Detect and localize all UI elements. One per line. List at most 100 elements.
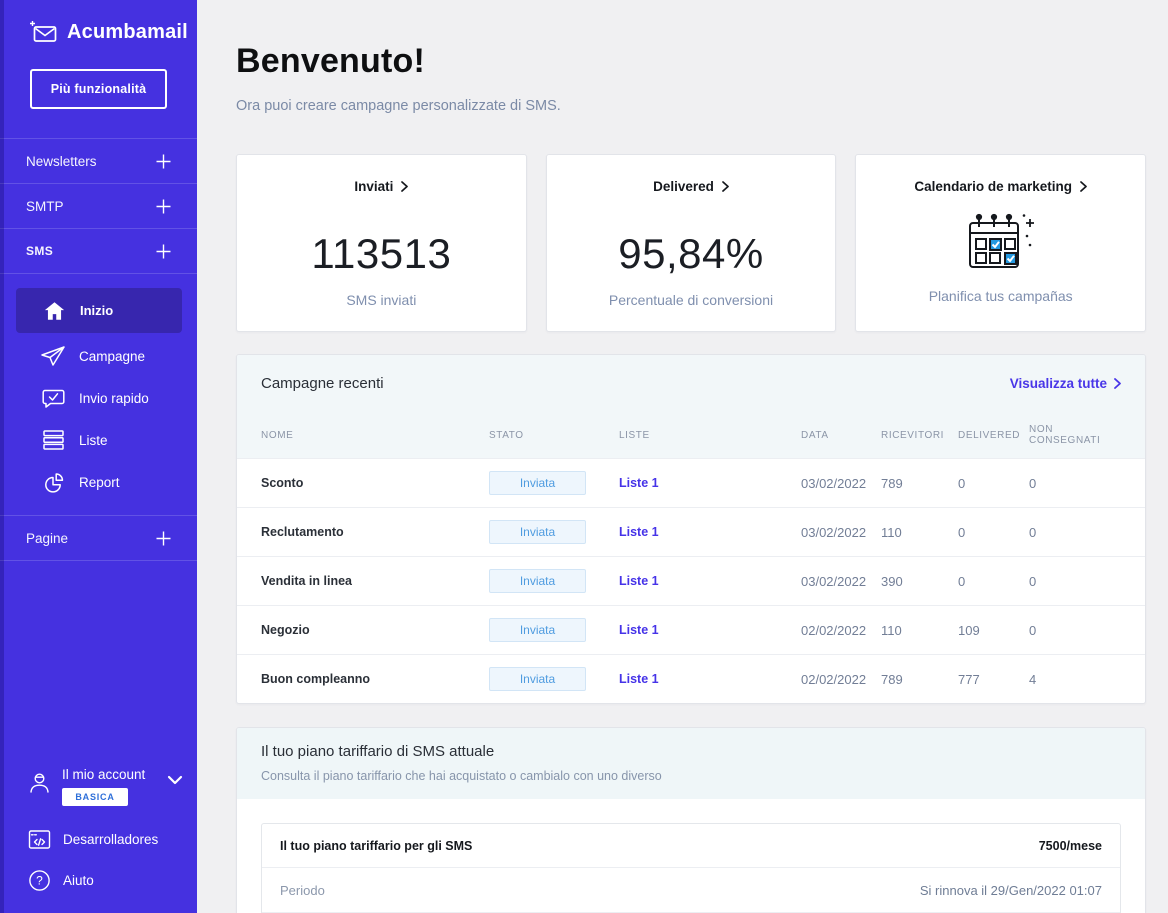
list-link[interactable]: Liste 1: [619, 525, 801, 539]
chevron-right-icon: [1080, 181, 1087, 192]
plan-subtitle: Consulta il piano tariffario che hai acq…: [261, 769, 1121, 783]
campaign-undelivered: 0: [1029, 574, 1121, 589]
campaign-name: Buon compleanno: [261, 672, 489, 686]
column-header: DELIVERED: [958, 430, 1029, 441]
sidebar-item-account[interactable]: Il mio account BASICA: [0, 767, 197, 806]
campaign-delivered: 0: [958, 574, 1029, 589]
list-link[interactable]: Liste 1: [619, 574, 801, 588]
user-icon: [28, 771, 51, 794]
sidebar-item-label: Inizio: [80, 303, 113, 318]
sidebar-item-developers[interactable]: Desarrolladores: [0, 819, 197, 860]
sms-plan-panel: Il tuo piano tariffario di SMS attuale C…: [236, 727, 1146, 913]
sidebar-item-label: Report: [79, 475, 120, 490]
table-row: Buon compleanno Inviata Liste 1 02/02/20…: [237, 654, 1145, 703]
sidebar-item-label: Liste: [79, 433, 108, 448]
question-circle-icon: ?: [28, 869, 51, 892]
stat-title: Inviati: [354, 179, 393, 194]
campaign-recipients: 110: [881, 525, 958, 540]
campaign-recipients: 789: [881, 672, 958, 687]
campaign-date: 02/02/2022: [801, 623, 881, 638]
stat-value: 113513: [311, 230, 451, 278]
table-row: Negozio Inviata Liste 1 02/02/2022 110 1…: [237, 605, 1145, 654]
view-all-label: Visualizza tutte: [1010, 376, 1107, 391]
plus-icon[interactable]: [156, 154, 171, 169]
campaign-recipients: 390: [881, 574, 958, 589]
campaign-undelivered: 0: [1029, 623, 1121, 638]
plan-badge: BASICA: [62, 788, 128, 806]
plan-detail-card: Il tuo piano tariffario per gli SMS 7500…: [261, 823, 1121, 913]
plan-title: Il tuo piano tariffario di SMS attuale: [261, 743, 1121, 760]
sidebar-item-liste[interactable]: Liste: [0, 419, 197, 461]
status-badge[interactable]: Inviata: [489, 520, 586, 544]
sidebar-item-report[interactable]: Report: [0, 461, 197, 503]
status-badge[interactable]: Inviata: [489, 569, 586, 593]
list-link[interactable]: Liste 1: [619, 672, 801, 686]
stat-title: Delivered: [653, 179, 714, 194]
table-row: Reclutamento Inviata Liste 1 03/02/2022 …: [237, 507, 1145, 556]
list-link[interactable]: Liste 1: [619, 476, 801, 490]
campaign-name: Sconto: [261, 476, 489, 490]
table-row: Sconto Inviata Liste 1 03/02/2022 789 0 …: [237, 458, 1145, 507]
column-header: NON CONSEGNATI: [1029, 424, 1121, 446]
campaign-date: 03/02/2022: [801, 476, 881, 491]
logo-text: Acumbamail: [67, 21, 188, 44]
panel-title: Campagne recenti: [261, 375, 384, 392]
sms-subnav: Inizio Campagne Invio rapido: [0, 274, 197, 515]
campaign-name: Vendita in linea: [261, 574, 489, 588]
column-header: NOME: [261, 430, 489, 441]
envelope-plus-icon: [30, 20, 58, 44]
sidebar-item-label: Desarrolladores: [63, 832, 158, 847]
sidebar-item-label: Newsletters: [26, 154, 97, 169]
chevron-right-icon: [1114, 378, 1121, 389]
code-window-icon: [28, 829, 51, 850]
list-link[interactable]: Liste 1: [619, 623, 801, 637]
sidebar-item-smtp[interactable]: SMTP: [0, 184, 197, 228]
main-content: Benvenuto! Ora puoi creare campagne pers…: [197, 0, 1168, 913]
chevron-right-icon: [401, 181, 408, 192]
plan-period-label: Periodo: [280, 883, 325, 898]
plus-icon[interactable]: [156, 199, 171, 214]
plus-icon[interactable]: [156, 531, 171, 546]
home-icon: [41, 301, 67, 321]
campaign-delivered: 0: [958, 525, 1029, 540]
sidebar-item-label: Aiuto: [63, 873, 94, 888]
svg-text:?: ?: [36, 874, 43, 888]
plus-icon[interactable]: [156, 244, 171, 259]
status-badge[interactable]: Inviata: [489, 618, 586, 642]
account-label: Il mio account: [62, 767, 145, 782]
sidebar-item-inizio[interactable]: Inizio: [16, 288, 182, 333]
stat-caption: Planifica tus campañas: [929, 288, 1073, 304]
stat-card-delivered[interactable]: Delivered 95,84% Percentuale di conversi…: [546, 154, 837, 332]
sidebar-item-help[interactable]: ? Aiuto: [0, 860, 197, 901]
campaign-undelivered: 4: [1029, 672, 1121, 687]
plan-renewal-text: Si rinnova il 29/Gen/2022 01:07: [920, 883, 1102, 898]
sidebar-item-label: SMTP: [26, 199, 64, 214]
stat-card-marketing-calendar[interactable]: Calendario de marketing: [855, 154, 1146, 332]
sidebar-item-label: Pagine: [26, 531, 68, 546]
stat-card-inviati[interactable]: Inviati 113513 SMS inviati: [236, 154, 527, 332]
page-subtitle: Ora puoi creare campagne personalizzate …: [236, 98, 1146, 114]
column-header: RICEVITORI: [881, 430, 958, 441]
more-features-button[interactable]: Più funzionalità: [30, 69, 167, 109]
campaign-name: Negozio: [261, 623, 489, 637]
sidebar-item-campagne[interactable]: Campagne: [0, 335, 197, 377]
sidebar-item-label: Invio rapido: [79, 391, 149, 406]
status-badge[interactable]: Inviata: [489, 667, 586, 691]
sidebar-item-invio-rapido[interactable]: Invio rapido: [0, 377, 197, 419]
stat-caption: SMS inviati: [346, 292, 416, 308]
chevron-down-icon[interactable]: [167, 775, 183, 785]
campaign-date: 02/02/2022: [801, 672, 881, 687]
campaign-recipients: 789: [881, 476, 958, 491]
column-header: STATO: [489, 430, 619, 441]
campaign-undelivered: 0: [1029, 476, 1121, 491]
pie-chart-icon: [40, 472, 66, 493]
sidebar-item-sms[interactable]: SMS: [0, 229, 197, 273]
sidebar-item-pagine[interactable]: Pagine: [0, 516, 197, 560]
logo[interactable]: Acumbamail: [0, 0, 197, 44]
table-header-row: NOME STATO LISTE DATA RICEVITORI DELIVER…: [261, 412, 1121, 458]
view-all-link[interactable]: Visualizza tutte: [1010, 376, 1121, 391]
sidebar-item-newsletters[interactable]: Newsletters: [0, 139, 197, 183]
status-badge[interactable]: Inviata: [489, 471, 586, 495]
stat-cards: Inviati 113513 SMS inviati Delivered 95,…: [236, 154, 1146, 332]
column-header: LISTE: [619, 430, 801, 441]
